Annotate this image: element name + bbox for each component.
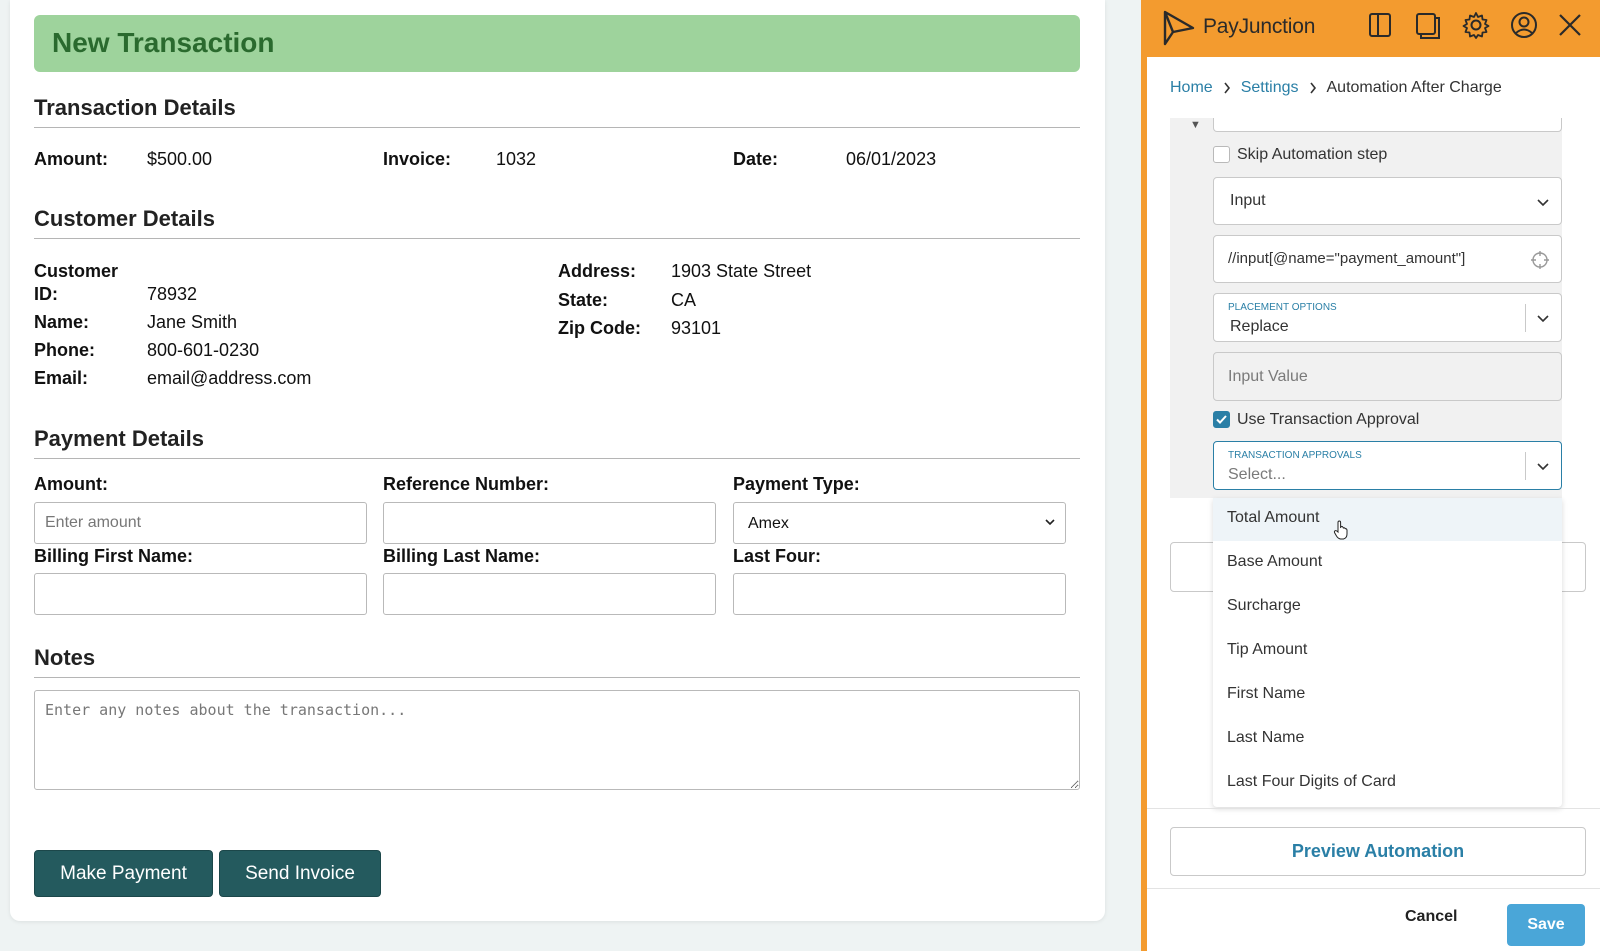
chevron-down-icon [1045,519,1055,526]
send-invoice-button[interactable]: Send Invoice [219,850,381,897]
panel-topbar: PayJunction [1147,0,1600,57]
placement-options-value: Replace [1230,318,1289,335]
invoice-value: 1032 [496,149,537,169]
payjunction-extension-panel: PayJunction Home Settings Automation Aft… [1141,0,1600,951]
phone-label: Phone: [34,340,95,360]
page-title: New Transaction [34,15,1080,72]
crosshair-icon[interactable] [1531,251,1549,269]
zip-label: Zip Code: [558,318,641,338]
amount-label: Amount: [34,149,108,169]
billing-first-name-label: Billing First Name: [34,546,194,566]
breadcrumb: Home Settings Automation After Charge [1170,79,1502,97]
previous-field-stub [1213,118,1562,132]
divider [1147,888,1600,889]
email-label: Email: [34,368,89,388]
dropdown-option[interactable]: Surcharge [1213,586,1562,629]
placement-options-select[interactable]: PLACEMENT OPTIONS Replace [1213,293,1562,342]
customer-details-heading: Customer Details [34,206,1080,239]
input-value-placeholder: Input Value [1228,368,1308,385]
dropdown-option[interactable]: First Name [1213,674,1562,717]
breadcrumb-settings[interactable]: Settings [1241,79,1299,97]
payment-amount-label: Amount: [34,474,108,494]
checkmark-icon [1216,415,1227,424]
chevron-down-icon [1537,315,1549,323]
amount-value: $500.00 [147,149,213,169]
notes-textarea[interactable] [34,690,1080,790]
breadcrumb-home[interactable]: Home [1170,79,1213,97]
breadcrumb-current: Automation After Charge [1326,79,1502,96]
transaction-form-card: New Transaction Transaction Details Amou… [10,0,1105,921]
chevron-right-icon [1224,82,1230,94]
preview-automation-button[interactable]: Preview Automation [1170,827,1586,876]
transaction-approvals-select[interactable]: TRANSACTION APPROVALS Select... [1213,441,1562,490]
xpath-value: //input[@name="payment_amount"] [1228,250,1466,267]
invoice-label: Invoice: [383,149,452,169]
name-label: Name: [34,312,90,332]
chevron-down-icon [1537,463,1549,471]
date-value: 06/01/2023 [846,149,937,169]
cancel-button[interactable]: Cancel [1405,908,1457,926]
hand-cursor-icon [1333,520,1348,540]
payment-type-select[interactable]: Amex [733,502,1066,544]
transaction-approvals-dropdown: Total Amount Base Amount Surcharge Tip A… [1213,498,1562,807]
notes-heading: Notes [34,645,1080,678]
zip-value: 93101 [671,318,722,338]
select-divider [1525,304,1526,332]
name-value: Jane Smith [147,312,238,332]
skip-automation-checkbox[interactable] [1213,146,1230,163]
transaction-approvals-placeholder: Select... [1228,466,1286,483]
billing-first-name-input[interactable] [34,573,367,615]
state-label: State: [558,290,609,310]
select-divider [1525,452,1526,480]
customer-id-value: 78932 [147,284,198,304]
popout-icon[interactable] [1413,10,1443,40]
address-value: 1903 State Street [671,261,812,281]
email-value: email@address.com [147,368,312,388]
sidebar-panel-icon[interactable] [1366,10,1396,40]
use-transaction-approval-checkbox[interactable] [1213,411,1230,428]
xpath-field[interactable]: //input[@name="payment_amount"] [1213,235,1562,283]
dropdown-option[interactable]: Base Amount [1213,542,1562,585]
customer-id-label-line2: ID: [34,284,58,304]
billing-last-name-input[interactable] [383,573,716,615]
collapse-triangle-icon[interactable]: ▼ [1190,119,1201,131]
dropdown-option[interactable]: Last Four Digits of Card [1213,762,1562,805]
placement-options-label: PLACEMENT OPTIONS [1228,302,1337,313]
divider [1147,808,1600,809]
date-label: Date: [733,149,779,169]
chevron-down-icon [1537,199,1549,207]
use-transaction-approval-label: Use Transaction Approval [1237,411,1420,428]
dropdown-option[interactable]: Last Name [1213,718,1562,761]
save-button[interactable]: Save [1507,904,1585,946]
transaction-details-heading: Transaction Details [34,95,1080,128]
phone-value: 800-601-0230 [147,340,260,360]
dropdown-option[interactable]: Total Amount [1213,498,1562,541]
address-label: Address: [558,261,637,281]
user-circle-icon[interactable] [1509,10,1539,40]
input-value-field[interactable]: Input Value [1213,352,1562,401]
payment-type-label: Payment Type: [733,474,860,494]
chevron-right-icon [1309,82,1316,94]
payjunction-logo-icon [1163,10,1195,46]
action-select-value: Input [1230,192,1266,209]
payment-type-value: Amex [748,515,789,532]
payment-details-heading: Payment Details [34,426,1080,459]
dropdown-option[interactable]: Tip Amount [1213,630,1562,673]
gear-icon[interactable] [1461,10,1491,40]
brand-name: PayJunction [1203,15,1316,38]
billing-last-name-label: Billing Last Name: [383,546,541,566]
last-four-input[interactable] [733,573,1066,615]
customer-id-label-line1: Customer [34,261,119,281]
skip-automation-label: Skip Automation step [1237,146,1388,163]
reference-number-label: Reference Number: [383,474,550,494]
reference-number-input[interactable] [383,502,716,544]
payjunction-logo: PayJunction [1161,8,1315,46]
transaction-approvals-label: TRANSACTION APPROVALS [1228,450,1362,461]
last-four-label: Last Four: [733,546,821,566]
payment-amount-input[interactable] [34,502,367,544]
state-value: CA [671,290,697,310]
action-select[interactable]: Input [1213,177,1562,225]
close-icon[interactable] [1555,10,1585,40]
make-payment-button[interactable]: Make Payment [34,850,213,897]
